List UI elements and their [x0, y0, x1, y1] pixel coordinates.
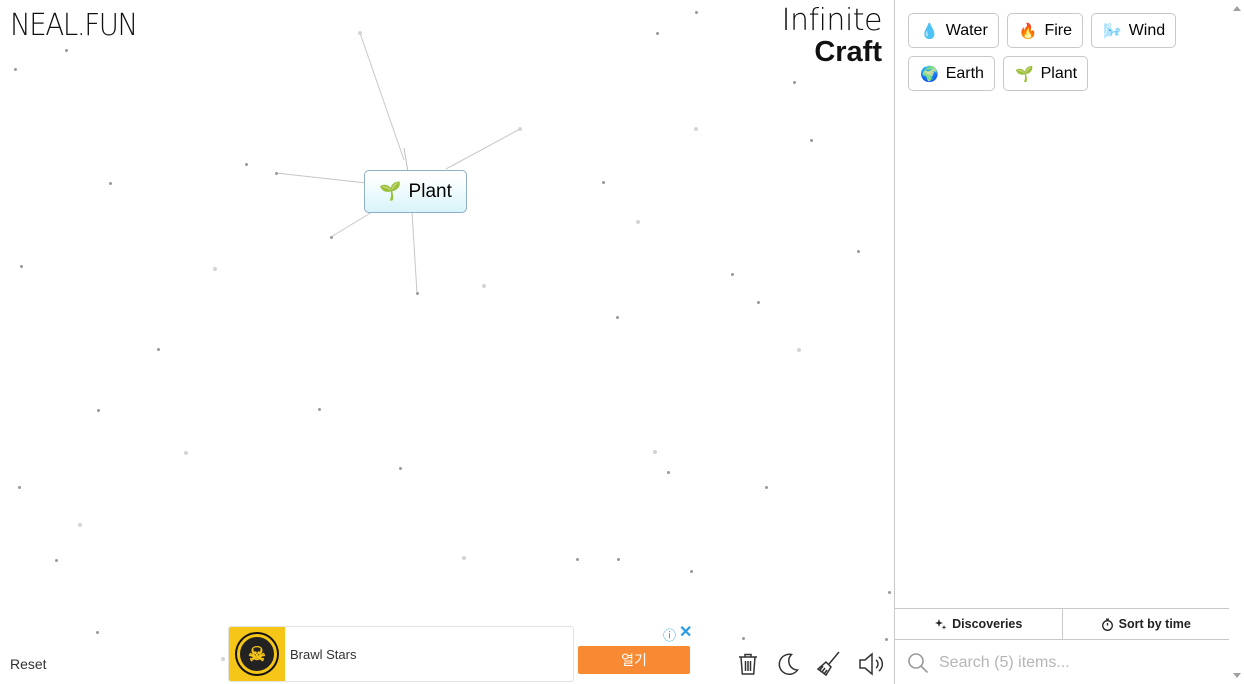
speaker-icon[interactable] [858, 650, 884, 678]
sidebar-item-earth[interactable]: 🌍 Earth [908, 56, 995, 91]
sidebar-scrollbar[interactable] [1229, 0, 1244, 684]
ad-app-name: Brawl Stars [290, 646, 357, 662]
wind-icon: 🌬️ [1103, 22, 1122, 40]
sort-label: Sort by time [1118, 617, 1191, 631]
ad-info-icon[interactable]: ⓘ [663, 625, 676, 644]
scroll-up-arrow-icon[interactable] [1233, 6, 1241, 11]
sort-by-time-button[interactable]: Sort by time [1061, 609, 1230, 639]
search-bar [895, 641, 1229, 684]
ad-close-icon[interactable]: ✕ [679, 622, 692, 642]
sidebar-item-label: Wind [1128, 21, 1166, 39]
globe-icon: 🌍 [920, 65, 939, 83]
craft-canvas[interactable]: NEAL.FUN Infinite Craft 🌱 Plant Reset ☠ … [0, 0, 894, 684]
ad-open-button[interactable]: 열기 [578, 646, 690, 674]
search-input[interactable] [939, 653, 1209, 672]
sidebar-item-wind[interactable]: 🌬️ Wind [1091, 13, 1177, 48]
sidebar-tabs: Discoveries Sort by time [895, 608, 1229, 640]
stopwatch-icon [1101, 618, 1113, 631]
logo-line-craft: Craft [814, 36, 882, 68]
sidebar-item-label: Earth [945, 64, 984, 82]
sidebar-item-label: Water [945, 21, 988, 39]
search-icon [908, 652, 929, 673]
plant-icon: 🌱 [379, 181, 402, 201]
reset-button[interactable]: Reset [10, 656, 47, 672]
broom-icon[interactable] [816, 650, 842, 678]
canvas-item-plant[interactable]: 🌱 Plant [364, 170, 467, 213]
ad-banner[interactable]: ☠ Brawl Stars [228, 626, 574, 682]
fire-icon: 🔥 [1018, 22, 1038, 40]
sidebar-item-water[interactable]: 💧 Water [908, 13, 999, 48]
discoveries-button[interactable]: Discoveries [895, 609, 1062, 639]
plant-icon: 🌱 [1014, 65, 1034, 83]
connection-lines [275, 32, 521, 294]
water-drop-icon: 💧 [920, 22, 939, 40]
sidebar-item-plant[interactable]: 🌱 Plant [1002, 56, 1089, 91]
sidebar-item-label: Fire [1044, 21, 1073, 39]
element-list: 💧 Water 🔥 Fire 🌬️ Wind 🌍 Earth 🌱 Plant [908, 13, 1238, 91]
sidebar-item-fire[interactable]: 🔥 Fire [1006, 13, 1084, 48]
logo-line-infinite: Infinite [781, 3, 883, 38]
discoveries-label: Discoveries [952, 617, 1023, 631]
trash-icon[interactable] [735, 650, 761, 678]
scroll-down-arrow-icon[interactable] [1233, 673, 1241, 678]
canvas-item-label: Plant [408, 180, 452, 202]
infinite-craft-logo: Infinite Craft [781, 3, 883, 68]
sidebar-item-label: Plant [1040, 64, 1078, 82]
brawl-stars-app-icon: ☠ [229, 627, 285, 681]
sparkle-icon [935, 618, 947, 630]
neal-fun-logo[interactable]: NEAL.FUN [10, 8, 138, 43]
moon-icon[interactable] [775, 650, 801, 678]
sidebar: 💧 Water 🔥 Fire 🌬️ Wind 🌍 Earth 🌱 Plant D… [894, 0, 1244, 684]
